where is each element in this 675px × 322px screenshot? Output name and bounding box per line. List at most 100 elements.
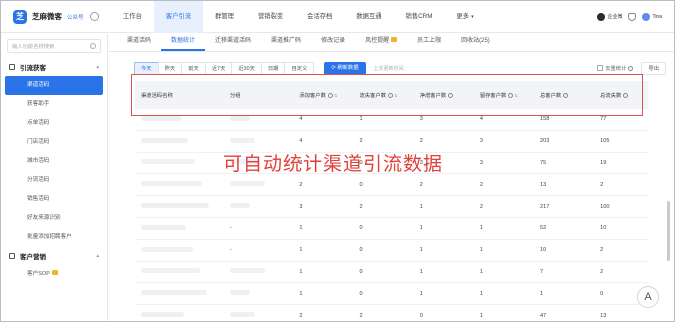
table-row[interactable]: 4 1 3 4 158 77 bbox=[135, 109, 648, 131]
col-lost[interactable]: 流失客户数 ⇅ bbox=[360, 91, 420, 99]
table-row[interactable]: 2 2 0 1 47 13 bbox=[135, 305, 648, 321]
table-cell: 10 bbox=[539, 247, 547, 254]
table-cell: 0 bbox=[359, 247, 363, 254]
sidebar-item-sales-code[interactable]: 销售活码 bbox=[1, 190, 107, 209]
nav-item-group-management[interactable]: 群管理 bbox=[203, 1, 246, 33]
avatar bbox=[642, 12, 651, 21]
col-retained[interactable]: 留存客户数 ⇅ bbox=[480, 91, 540, 99]
tab-promo-code[interactable]: 渠道推广码 bbox=[261, 33, 311, 51]
org-badge[interactable]: 企业微 bbox=[597, 12, 622, 21]
sidebar-item-channel-code[interactable]: 渠道活码 bbox=[5, 76, 103, 95]
range-7days-button[interactable]: 近7天 bbox=[204, 61, 233, 75]
dedupe-checkbox[interactable]: 去重统计 bbox=[597, 64, 634, 72]
redacted-name bbox=[141, 159, 195, 165]
range-30days-button[interactable]: 近30天 bbox=[231, 61, 262, 75]
redacted-name bbox=[141, 181, 202, 187]
export-button[interactable]: 导出 bbox=[641, 61, 666, 75]
redacted-group bbox=[229, 181, 265, 187]
col-added[interactable]: 添加客户数 ⇅ bbox=[299, 91, 359, 99]
chevron-up-icon: ▴ bbox=[96, 64, 99, 70]
col-label: 添加客户数 bbox=[299, 93, 326, 99]
table-row[interactable]: -1 0 1 1 10 2 bbox=[135, 240, 648, 262]
sidebar-item-sop[interactable]: 客户SOP bbox=[1, 265, 107, 284]
table-cell: 1 bbox=[359, 116, 363, 123]
range-custom-button[interactable]: 自定义 bbox=[284, 61, 315, 75]
filter-bar: 今天 昨天 前天 近7天 近30天 日期 自定义 ⟳ 刷新数据 上次更新时间： … bbox=[109, 56, 674, 80]
table-cell: 1 bbox=[299, 247, 303, 254]
sidebar-item-split-code[interactable]: 分流活码 bbox=[1, 171, 107, 190]
table-cell: 2 bbox=[479, 181, 483, 188]
table-cell: 19 bbox=[600, 159, 607, 166]
nav-item-data-sync[interactable]: 数据互通 bbox=[344, 1, 393, 33]
sidebar-search-input[interactable]: 输入功能名称搜索 bbox=[12, 42, 90, 50]
range-date-button[interactable]: 日期 bbox=[260, 61, 286, 75]
col-label: 留存客户数 bbox=[479, 93, 507, 99]
cell-name bbox=[135, 312, 230, 319]
tab-statistics[interactable]: 数据统计 bbox=[161, 33, 206, 51]
table-row[interactable]: 2 0 2 2 13 2 bbox=[135, 174, 648, 197]
range-yesterday-button[interactable]: 昨天 bbox=[157, 61, 183, 75]
tab-channel-code[interactable]: 渠道活码 bbox=[117, 33, 161, 51]
col-label: 流失客户数 bbox=[359, 93, 387, 99]
sidebar-item-batch-add[interactable]: 批量添加招聘客户 bbox=[1, 228, 107, 247]
table-cell: 0 bbox=[419, 312, 423, 319]
range-day-before-button[interactable]: 前天 bbox=[181, 61, 206, 75]
table-row[interactable]: 101110 bbox=[135, 283, 648, 306]
table-cell: 13 bbox=[600, 312, 607, 319]
sidebar-item-acquisition-assistant[interactable]: 获客助手 bbox=[1, 95, 107, 114]
help-icon bbox=[327, 93, 333, 99]
nav-item-customer-acquisition[interactable]: 客户引流 bbox=[153, 1, 204, 33]
sidebar-item-store-code[interactable]: 门店活码 bbox=[1, 133, 107, 152]
sidebar-group-marketing[interactable]: 客户营销 ▴ bbox=[1, 247, 107, 265]
table-cell: 77 bbox=[600, 116, 607, 123]
cell-name bbox=[135, 224, 230, 232]
nav-item-chat-archive[interactable]: 会话存档 bbox=[295, 1, 344, 33]
table-row[interactable]: 1 0 1 1 7 2 bbox=[135, 262, 648, 284]
col-group: 分组 bbox=[229, 93, 241, 99]
sub-tabs: 渠道活码 数据统计 迁移渠道活码 渠道推广码 修改记录 风控提醒 员工上限 回收… bbox=[109, 34, 674, 52]
nav-item-workbench[interactable]: 工作台 bbox=[111, 1, 154, 33]
col-total-lost[interactable]: 总流失数 bbox=[600, 91, 648, 99]
nav-item-marketing[interactable]: 营销裂变 bbox=[246, 1, 295, 33]
sidebar-item-order-code[interactable]: 点单活码 bbox=[1, 114, 107, 133]
bell-icon[interactable] bbox=[628, 12, 637, 21]
cell-group bbox=[229, 137, 299, 145]
sort-icon: ⇅ bbox=[514, 93, 518, 98]
cell-name bbox=[135, 137, 230, 145]
col-total[interactable]: 总客户数 bbox=[540, 91, 600, 99]
table-cell: 4 bbox=[299, 138, 303, 145]
table-cell: 3 bbox=[419, 116, 423, 123]
tab-migrate[interactable]: 迁移渠道活码 bbox=[205, 33, 261, 51]
table-row[interactable]: -1 0 1 1 52 10 bbox=[135, 218, 648, 240]
table-cell: 1 bbox=[479, 268, 483, 275]
sidebar-group-acquisition[interactable]: 引流获客 ▴ bbox=[1, 58, 107, 76]
assistant-button[interactable]: A bbox=[637, 286, 659, 308]
table-cell: 1 bbox=[419, 290, 423, 297]
user-menu[interactable]: Tina bbox=[642, 12, 662, 21]
cell-group bbox=[229, 268, 299, 275]
nav-item-crm[interactable]: 销售CRM bbox=[394, 1, 445, 33]
sidebar-item-city-code[interactable]: 城市活码 bbox=[1, 152, 107, 171]
brand-sub[interactable]: 公众号 bbox=[67, 13, 84, 21]
table-cell: 2 bbox=[359, 203, 363, 210]
tab-recycle-bin[interactable]: 回收站(25) bbox=[451, 33, 500, 51]
tab-staff-limit[interactable]: 员工上限 bbox=[407, 33, 451, 51]
sort-icon: ⇅ bbox=[394, 93, 398, 98]
collapse-icon[interactable] bbox=[89, 12, 99, 21]
user-area: 企业微 Tina bbox=[591, 12, 674, 21]
table-row[interactable]: 3 2 1 2 217 100 bbox=[135, 196, 648, 218]
table-cell: 4 bbox=[299, 116, 303, 123]
range-today-button[interactable]: 今天 bbox=[134, 61, 159, 75]
sidebar-item-source-identify[interactable]: 好友来源识别 bbox=[1, 209, 107, 228]
tab-risk-alert[interactable]: 风控提醒 bbox=[355, 33, 407, 51]
sidebar-search[interactable]: 输入功能名称搜索 bbox=[7, 39, 101, 53]
nav-item-more[interactable]: 更多 ▾ bbox=[444, 1, 485, 33]
table-cell: 3 bbox=[479, 138, 483, 145]
col-net[interactable]: 净增客户数 bbox=[420, 91, 480, 99]
tab-change-log[interactable]: 修改记录 bbox=[311, 33, 355, 51]
scrollbar[interactable] bbox=[667, 201, 670, 261]
col-label: 总客户数 bbox=[539, 93, 562, 99]
refresh-button[interactable]: ⟳ 刷新数据 bbox=[324, 61, 366, 75]
redacted-group bbox=[229, 137, 255, 143]
table-cell: 0 bbox=[359, 181, 363, 188]
